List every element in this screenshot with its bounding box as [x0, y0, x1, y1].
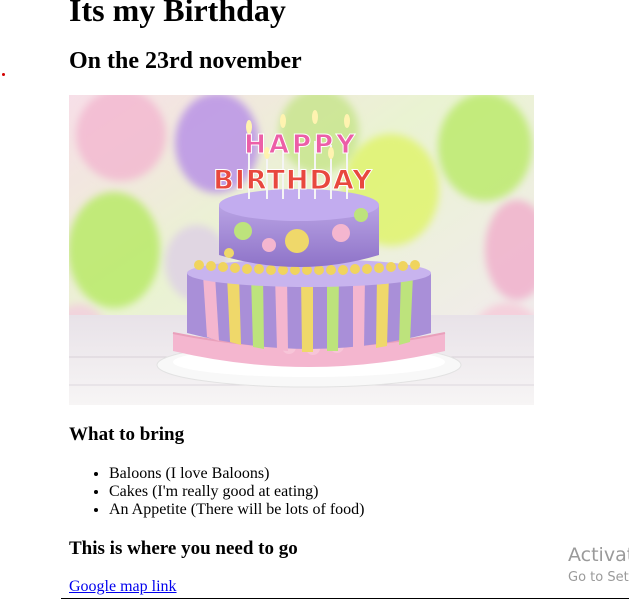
what-to-bring-heading: What to bring: [69, 424, 185, 445]
list-item: Cakes (I'm really good at eating): [109, 483, 365, 501]
list-item: Baloons (I love Baloons): [109, 465, 365, 483]
watermark-subtitle: Go to Set: [568, 570, 629, 585]
activation-watermark: Activat Go to Set: [568, 543, 629, 587]
birthday-cake-image: HAPPY BIRTHDAY: [69, 95, 534, 405]
red-dot-marker: [2, 73, 5, 76]
cake-topper-happy: HAPPY: [244, 130, 358, 160]
page-subtitle: On the 23rd november: [69, 48, 302, 74]
watermark-title: Activat: [568, 544, 629, 566]
cake-topper-birthday: BIRTHDAY: [213, 165, 373, 196]
list-item: An Appetite (There will be lots of food): [109, 501, 365, 519]
page-title: Its my Birthday: [69, 0, 286, 28]
google-map-link[interactable]: Google map link: [69, 577, 177, 597]
bottom-divider: [61, 598, 629, 599]
location-heading: This is where you need to go: [69, 538, 298, 559]
bring-list: Baloons (I love Baloons) Cakes (I'm real…: [69, 465, 365, 519]
